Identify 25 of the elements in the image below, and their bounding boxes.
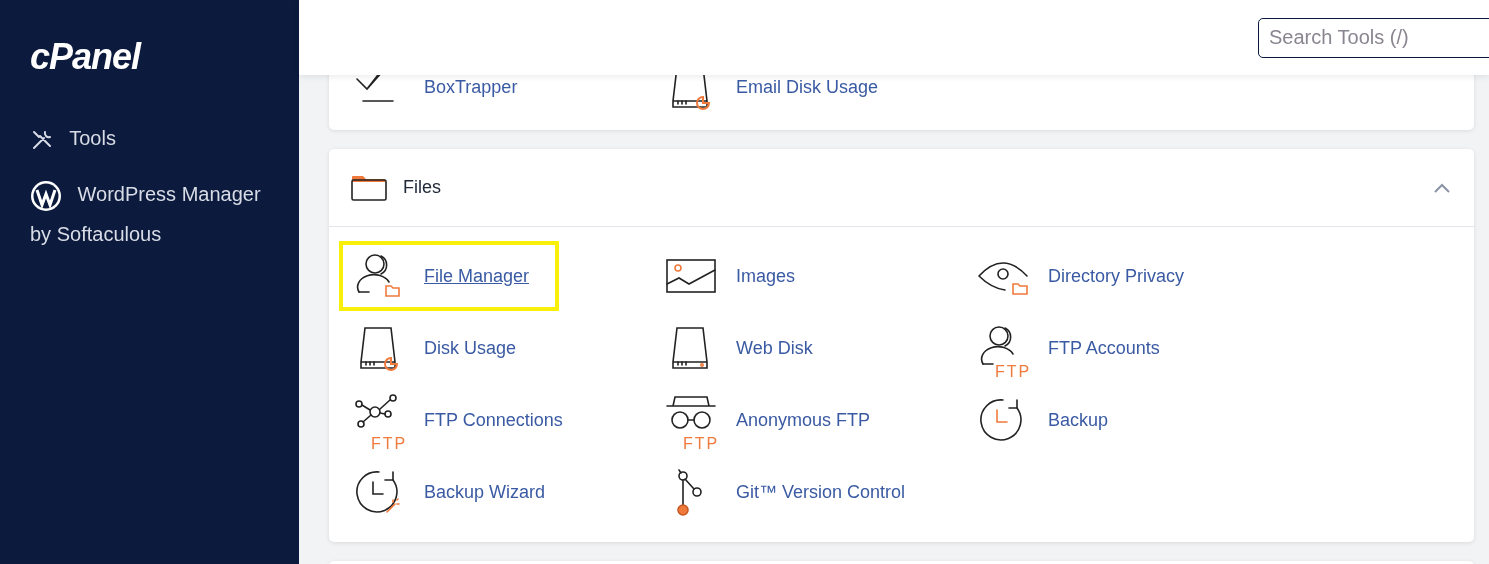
- tool-link[interactable]: Disk Usage: [339, 313, 547, 383]
- ftp-label: FTP: [371, 436, 408, 452]
- tool-link[interactable]: Email Disk Usage: [651, 75, 909, 122]
- ftp-label: FTP: [995, 364, 1032, 380]
- search-field[interactable]: Search Tools (/): [1258, 17, 1489, 58]
- tool-link[interactable]: Git™ Version Control: [651, 457, 936, 527]
- hat-glasses-icon: [665, 394, 717, 430]
- chevron-icon[interactable]: [1434, 182, 1450, 193]
- tool-link[interactable]: Directory Privacy: [963, 241, 1215, 311]
- tool-link[interactable]: File Manager: [339, 241, 560, 311]
- tool-link[interactable]: Images: [651, 241, 826, 311]
- wordpress-icon: [30, 179, 62, 212]
- sidebar-item[interactable]: WordPress Manager by Softaculous: [30, 174, 269, 254]
- folder-icon: [351, 174, 387, 201]
- logo[interactable]: cPanel: [30, 36, 269, 78]
- sidebar-item[interactable]: Tools: [30, 118, 269, 158]
- tool-link[interactable]: BoxTrapper: [339, 75, 548, 122]
- tool-link[interactable]: FTP FTP Connections: [339, 385, 593, 455]
- tool-link[interactable]: FTP FTP Accounts: [963, 313, 1190, 383]
- ftp-label: FTP: [683, 436, 720, 452]
- section-title: Files: [403, 177, 442, 198]
- tool-link[interactable]: Backup Wizard: [339, 457, 576, 527]
- tool-link[interactable]: Backup: [963, 385, 1139, 455]
- tool-link[interactable]: FTP Anonymous FTP: [651, 385, 901, 455]
- tool-link[interactable]: Web Disk: [651, 313, 843, 383]
